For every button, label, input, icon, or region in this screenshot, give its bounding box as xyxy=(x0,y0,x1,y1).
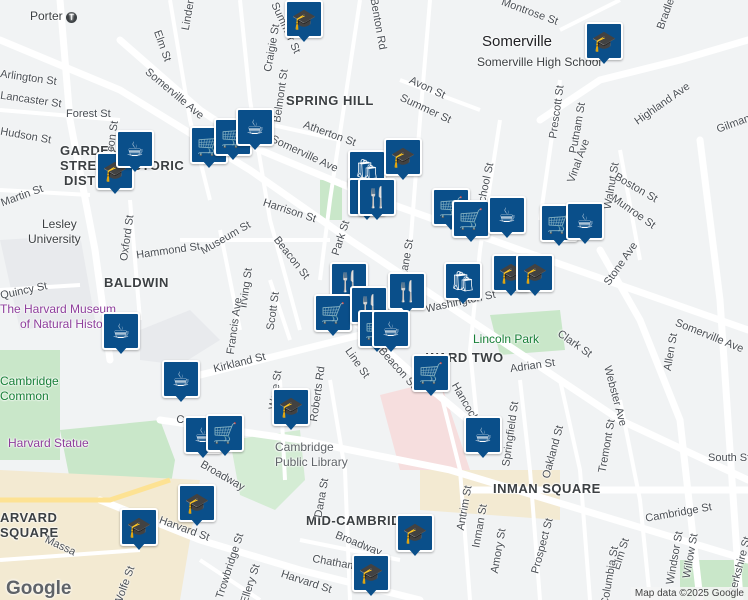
grocery-icon: 🛒 xyxy=(314,294,352,332)
school-icon: 🎓 xyxy=(285,0,323,38)
marker-grocery[interactable]: 🛒 xyxy=(452,200,490,244)
cafe-icon: ☕ xyxy=(236,108,274,146)
marker-cafe[interactable]: ☕ xyxy=(372,310,410,354)
marker-cafe[interactable]: ☕ xyxy=(102,312,140,356)
marker-school[interactable]: 🎓 xyxy=(396,514,434,558)
grocery-icon: 🛒 xyxy=(452,200,490,238)
marker-school[interactable]: 🎓 xyxy=(516,254,554,298)
marker-school[interactable]: 🎓 xyxy=(352,554,390,598)
cafe-icon: ☕ xyxy=(372,310,410,348)
marker-shopping[interactable]: 🛍 xyxy=(444,262,482,306)
map-canvas[interactable]: Somerville Somerville High School SPRING… xyxy=(0,0,748,600)
google-logo: Google xyxy=(6,578,72,599)
marker-cafe[interactable]: ☕ xyxy=(162,360,200,404)
school-icon: 🎓 xyxy=(178,484,216,522)
grocery-icon: 🛒 xyxy=(206,414,244,452)
marker-restaurant[interactable]: 🍴 xyxy=(358,178,396,222)
restaurant-icon: 🍴 xyxy=(358,178,396,216)
marker-school[interactable]: 🎓 xyxy=(178,484,216,528)
marker-grocery[interactable]: 🛒 xyxy=(206,414,244,458)
school-icon: 🎓 xyxy=(516,254,554,292)
school-icon: 🎓 xyxy=(272,388,310,426)
marker-school[interactable]: 🎓 xyxy=(272,388,310,432)
school-icon: 🎓 xyxy=(352,554,390,592)
cafe-icon: ☕ xyxy=(116,130,154,168)
marker-school[interactable]: 🎓 xyxy=(384,138,422,182)
shopping-icon: 🛍 xyxy=(444,262,482,300)
marker-school[interactable]: 🎓 xyxy=(285,0,323,44)
marker-cafe[interactable]: ☕ xyxy=(566,202,604,246)
grocery-icon: 🛒 xyxy=(412,354,450,392)
cafe-icon: ☕ xyxy=(464,416,502,454)
school-icon: 🎓 xyxy=(585,22,623,60)
marker-school[interactable]: 🎓 xyxy=(585,22,623,66)
marker-cafe[interactable]: ☕ xyxy=(464,416,502,460)
marker-cafe[interactable]: ☕ xyxy=(236,108,274,152)
restaurant-icon: 🍴 xyxy=(388,272,426,310)
marker-grocery[interactable]: 🛒 xyxy=(314,294,352,338)
school-icon: 🎓 xyxy=(120,508,158,546)
cafe-icon: ☕ xyxy=(488,196,526,234)
cafe-icon: ☕ xyxy=(102,312,140,350)
marker-grocery[interactable]: 🛒 xyxy=(412,354,450,398)
marker-cafe[interactable]: ☕ xyxy=(488,196,526,240)
school-icon: 🎓 xyxy=(396,514,434,552)
map-attribution[interactable]: Map data ©2025 Google xyxy=(630,587,748,600)
marker-cafe[interactable]: ☕ xyxy=(116,130,154,174)
school-icon: 🎓 xyxy=(384,138,422,176)
cafe-icon: ☕ xyxy=(566,202,604,240)
marker-school[interactable]: 🎓 xyxy=(120,508,158,552)
cafe-icon: ☕ xyxy=(162,360,200,398)
